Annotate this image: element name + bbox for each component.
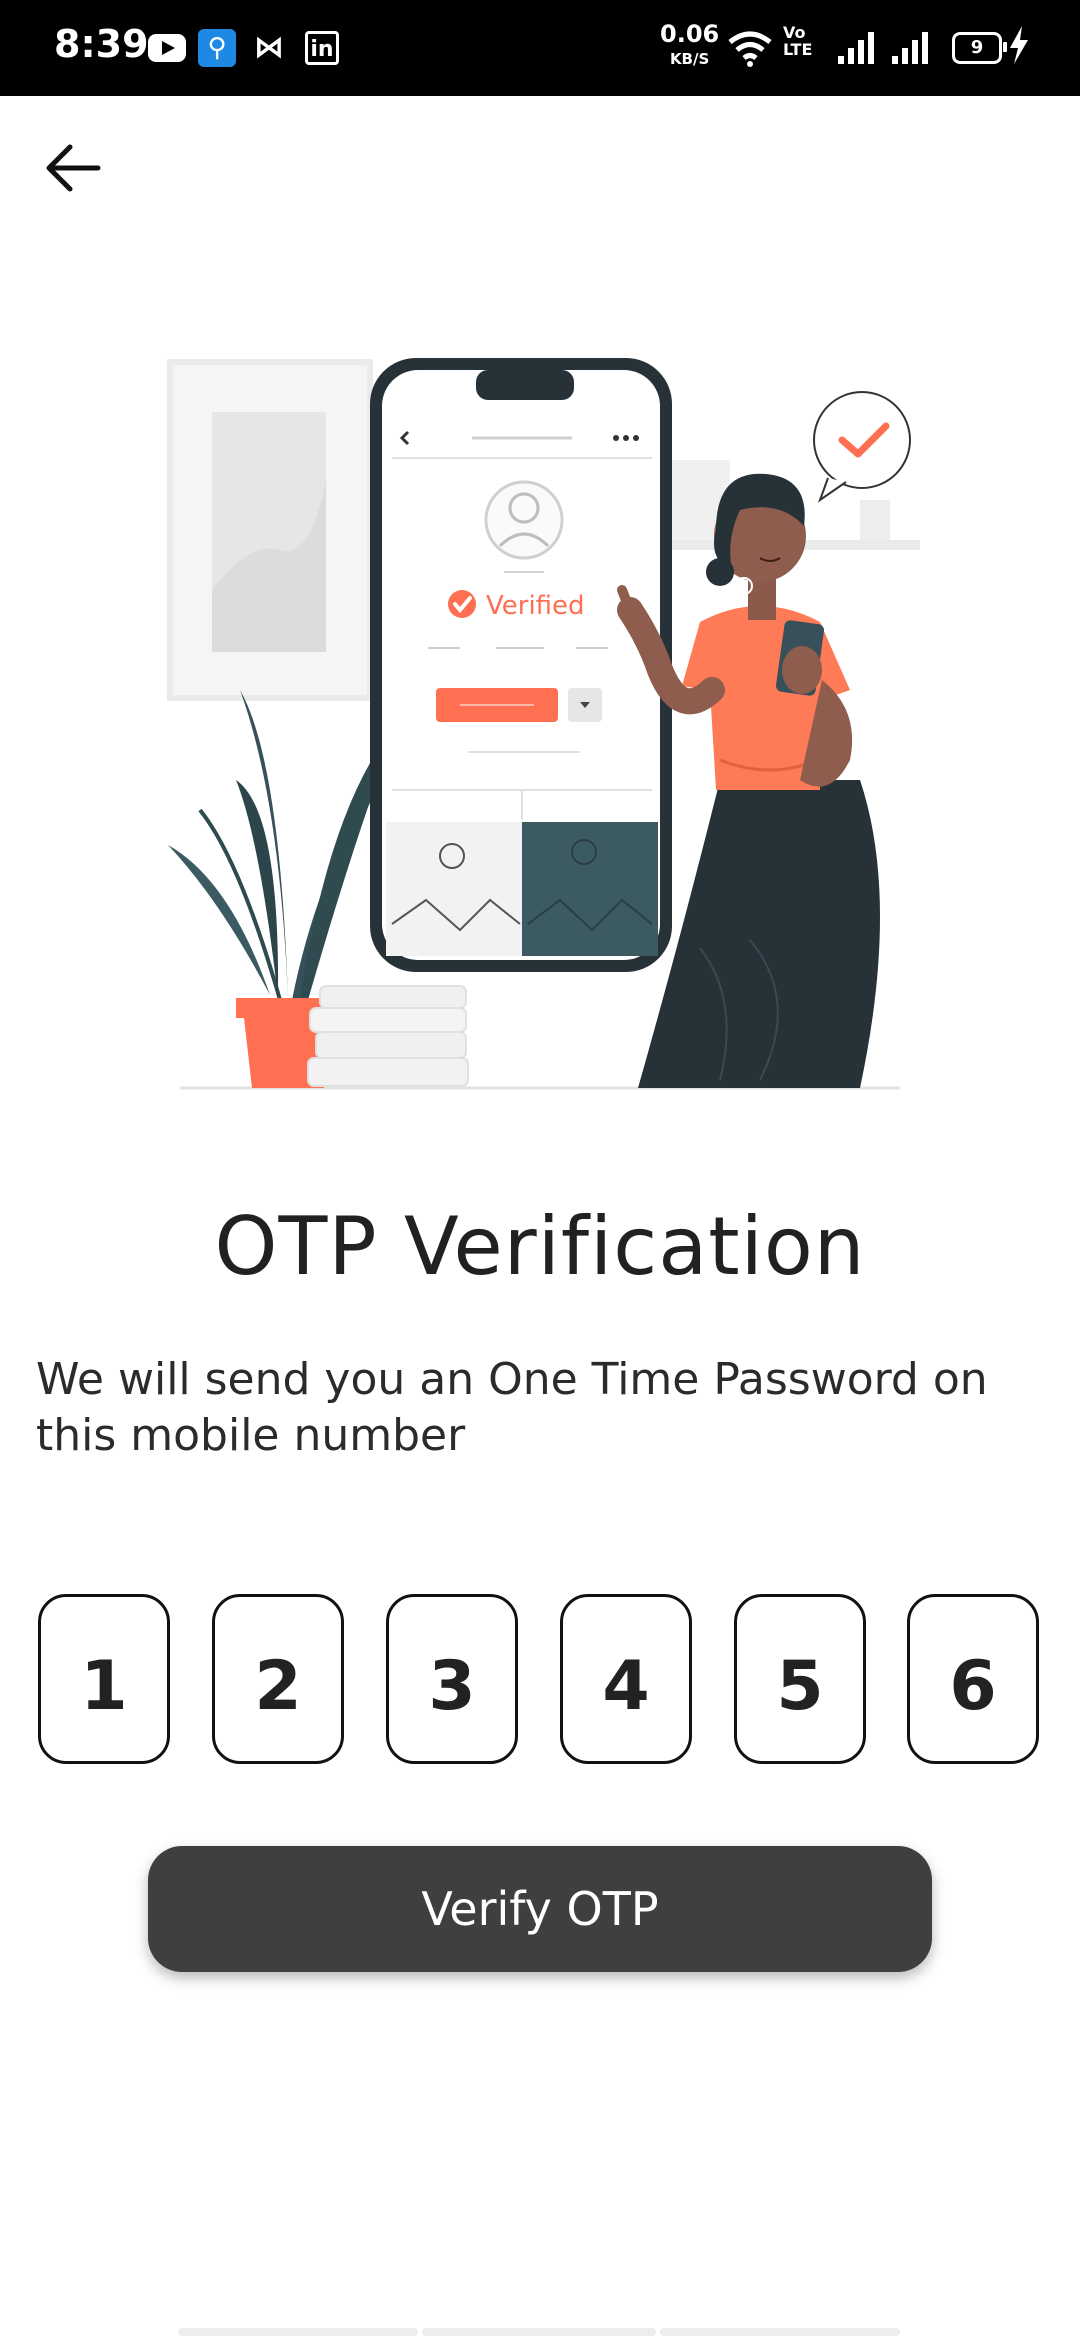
- otp-digit-3[interactable]: 3: [386, 1594, 518, 1764]
- back-button[interactable]: [40, 135, 106, 201]
- otp-digit-4[interactable]: 4: [560, 1594, 692, 1764]
- usb-icon: ⚲: [198, 29, 236, 67]
- volte-indicator: Vo LTE: [783, 23, 813, 59]
- nav-indicator: [178, 2328, 418, 2336]
- verification-illustration: Verified: [167, 358, 920, 1090]
- linkedin-icon: in: [305, 31, 339, 65]
- nav-indicator: [660, 2328, 900, 2336]
- nav-indicator: [422, 2328, 656, 2336]
- otp-description: We will send you an One Time Password on…: [36, 1354, 988, 1461]
- battery-icon: 9: [952, 32, 1007, 64]
- network-speed: 0.06 KB/S: [660, 20, 720, 68]
- verify-otp-button[interactable]: Verify OTP: [148, 1846, 932, 1972]
- signal-icon: [892, 32, 928, 64]
- otp-digit-5[interactable]: 5: [734, 1594, 866, 1764]
- status-bar: 8:39 ⚲ ⋈ in 0.06 KB/S Vo LTE 9: [0, 0, 1080, 96]
- otp-digit-1[interactable]: 1: [38, 1594, 170, 1764]
- charging-icon: [1010, 26, 1028, 64]
- mx-icon: ⋈: [254, 30, 284, 65]
- status-time: 8:39: [54, 22, 149, 66]
- wifi-icon: [728, 31, 772, 67]
- otp-digit-6[interactable]: 6: [907, 1594, 1039, 1764]
- youtube-icon: [148, 34, 186, 62]
- otp-digit-2[interactable]: 2: [212, 1594, 344, 1764]
- otp-input-row: 1 2 3 4 5 6: [38, 1594, 1042, 1768]
- verified-badge-text: Verified: [486, 591, 585, 621]
- arrow-left-icon: [46, 144, 101, 192]
- page-title: OTP Verification: [214, 1200, 866, 1293]
- signal-icon: [838, 32, 874, 64]
